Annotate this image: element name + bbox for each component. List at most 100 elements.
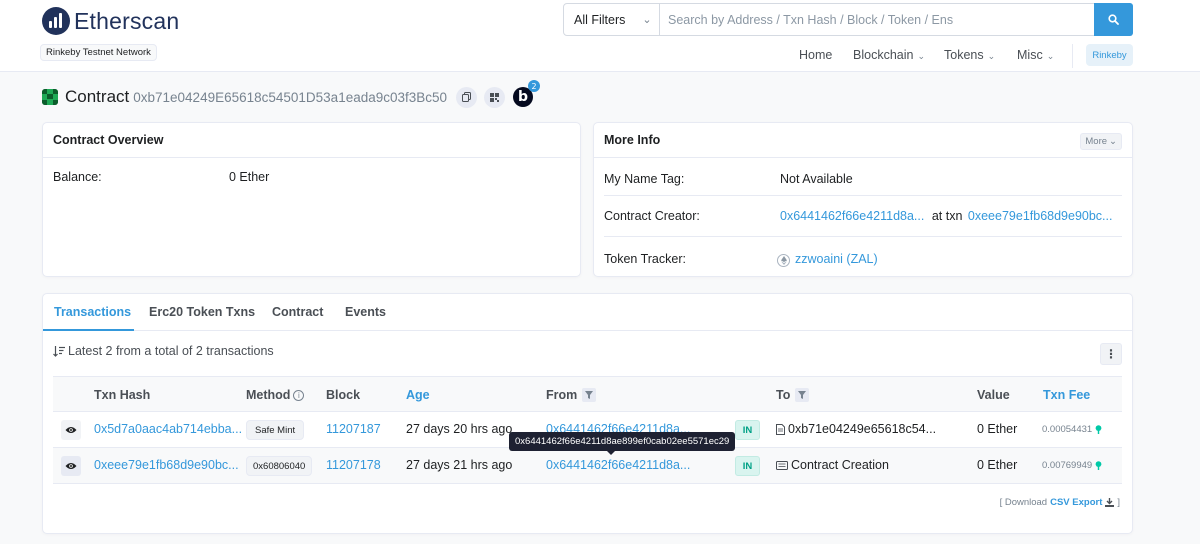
block-link[interactable]: 11207187 — [326, 422, 381, 436]
contract-address: 0xb71e04249E65618c54501D53a1eada9c03f3Bc… — [133, 89, 448, 105]
page-title-label: Contract — [65, 87, 130, 106]
divider — [604, 195, 1122, 196]
token-tracker-link[interactable]: zzwoaini (ZAL) — [795, 252, 878, 266]
tab-erc20-token-txns[interactable]: Erc20 Token Txns — [149, 305, 255, 319]
gas-price-icon[interactable] — [1095, 425, 1102, 434]
info-icon[interactable]: i — [293, 389, 305, 401]
blockscan-icon: b — [518, 89, 529, 105]
blockscan-chat-button[interactable]: b 2 — [513, 80, 541, 107]
transactions-card: Transactions Erc20 Token Txns Contract E… — [42, 293, 1133, 534]
column-txn-hash: Txn Hash — [94, 388, 151, 402]
tab-transactions[interactable]: Transactions — [54, 305, 131, 319]
txn-hash-link[interactable]: 0x5d7a0aac4ab714ebba... — [94, 422, 242, 436]
summary-text: Latest 2 from a total of 2 transactions — [68, 344, 274, 358]
column-txn-fee-toggle[interactable]: Txn Fee — [1043, 388, 1090, 402]
more-dropdown-button[interactable]: More ⌄ — [1080, 133, 1122, 150]
chevron-down-icon: ⌄ — [917, 51, 925, 61]
tab-bar: Transactions Erc20 Token Txns Contract E… — [43, 294, 1132, 331]
copy-icon — [462, 92, 472, 102]
filter-icon[interactable] — [795, 388, 810, 402]
block-link[interactable]: 11207178 — [326, 458, 381, 472]
method-badge: Safe Mint — [246, 420, 305, 440]
chevron-down-icon: ⌄ — [987, 51, 996, 61]
csv-export-link[interactable]: CSV Export — [1050, 497, 1102, 508]
tab-contract[interactable]: Contract — [272, 305, 323, 319]
chevron-down-icon: ⌄ — [642, 14, 652, 26]
method-badge: 0x60806040 — [246, 456, 313, 476]
nav-tokens-label: Tokens — [944, 48, 984, 62]
main-nav: Home Blockchain ⌄ Tokens ⌄ Misc ⌄ Rinkeby — [0, 44, 1200, 68]
transactions-summary: Latest 2 from a total of 2 transactions — [53, 344, 274, 358]
etherscan-logo-icon — [42, 7, 70, 35]
direction-badge: IN — [735, 456, 760, 476]
copy-address-button[interactable] — [456, 86, 478, 108]
table-header: Txn Hash Method i Block Age From To Value… — [53, 376, 1122, 412]
age-text: 27 days 21 hrs ago — [406, 458, 513, 472]
contract-creator-label: Contract Creator: — [604, 209, 700, 223]
gas-price-icon[interactable] — [1095, 461, 1102, 470]
column-value: Value — [977, 388, 1010, 402]
nav-home[interactable]: Home — [799, 48, 832, 62]
token-tracker-row: zzwoaini (ZAL) — [777, 252, 878, 267]
eye-icon — [65, 427, 77, 433]
search-bar: All Filters ⌄ Search by Address / Txn Ha… — [563, 3, 1133, 36]
address-tooltip: 0x6441462f66e4211d8ae899ef0cab02ee5571ec… — [509, 432, 736, 455]
contract-creation-text: Contract Creation — [791, 458, 889, 472]
creator-txn-link[interactable]: 0xeee79e1fb68d9e90bc... — [968, 209, 1113, 223]
search-button[interactable] — [1094, 3, 1133, 36]
nav-tokens[interactable]: Tokens ⌄ — [944, 48, 995, 62]
txn-hash-link[interactable]: 0xeee79e1fb68d9e90bc... — [94, 458, 239, 472]
column-age-toggle[interactable]: Age — [406, 388, 430, 402]
column-to: To — [776, 388, 810, 402]
search-filter-value: All Filters — [574, 12, 626, 27]
value-text: 0 Ether — [977, 458, 1018, 472]
eye-icon — [65, 463, 77, 469]
contract-avatar — [42, 89, 58, 105]
divider — [604, 236, 1122, 237]
nav-blockchain-label: Blockchain — [853, 48, 914, 62]
download-icon — [1105, 498, 1115, 507]
chevron-down-icon: ⌄ — [1046, 51, 1055, 61]
more-info-title: More Info — [604, 133, 661, 147]
contract-creation-icon — [776, 460, 788, 470]
qr-code-button[interactable] — [484, 86, 506, 108]
ethereum-token-icon — [777, 254, 790, 267]
to-cell: 0xb71e04249e65618c54... — [776, 422, 936, 436]
view-details-button[interactable] — [61, 420, 81, 440]
more-info-card: More Info More ⌄ My Name Tag: Not Availab… — [593, 122, 1133, 277]
search-icon — [1108, 14, 1119, 25]
txn-fee-text: 0.00769949 — [1042, 460, 1093, 471]
nav-blockchain[interactable]: Blockchain ⌄ — [853, 48, 925, 62]
creator-address-link[interactable]: 0x6441462f66e4211d8a... — [780, 209, 924, 223]
nav-misc[interactable]: Misc ⌄ — [1017, 48, 1054, 62]
more-info-header: More Info More ⌄ — [594, 123, 1132, 158]
balance-value: 0 Ether — [229, 170, 270, 184]
nav-misc-label: Misc — [1017, 48, 1043, 62]
view-details-button[interactable] — [61, 456, 81, 476]
txn-fee-text: 0.00054431 — [1042, 424, 1093, 435]
search-filter-select[interactable]: All Filters ⌄ — [564, 4, 660, 35]
txn-fee: 0.00054431 — [1042, 424, 1102, 435]
etherscan-logo[interactable]: Etherscan — [42, 7, 179, 35]
from-address-link[interactable]: 0x6441462f66e4211d8a... — [546, 458, 690, 472]
to-address-text: 0xb71e04249e65618c54... — [788, 422, 937, 436]
token-tracker-label: Token Tracker: — [604, 252, 686, 266]
balance-label: Balance: — [53, 170, 102, 184]
name-tag-label: My Name Tag: — [604, 172, 685, 186]
csv-export: [ Download CSV Export ] — [1000, 497, 1120, 508]
options-menu-button[interactable]: ⋮ — [1100, 343, 1122, 365]
direction-badge: IN — [735, 420, 760, 440]
network-switch-button[interactable]: Rinkeby — [1086, 44, 1133, 66]
table-row: 0xeee79e1fb68d9e90bc... 0x60806040 11207… — [53, 448, 1122, 484]
tab-events[interactable]: Events — [345, 305, 386, 319]
column-method-label: Method — [246, 388, 291, 402]
filter-icon[interactable] — [582, 388, 597, 402]
creator-at-txn-text: at txn — [931, 209, 963, 223]
to-cell: Contract Creation — [776, 458, 889, 472]
column-from: From — [546, 388, 597, 402]
column-to-label: To — [776, 388, 791, 402]
value-text: 0 Ether — [977, 422, 1018, 436]
csv-suffix: ] — [1117, 497, 1120, 508]
search-input[interactable]: Search by Address / Txn Hash / Block / T… — [660, 4, 1094, 35]
active-tab-indicator — [43, 329, 134, 331]
